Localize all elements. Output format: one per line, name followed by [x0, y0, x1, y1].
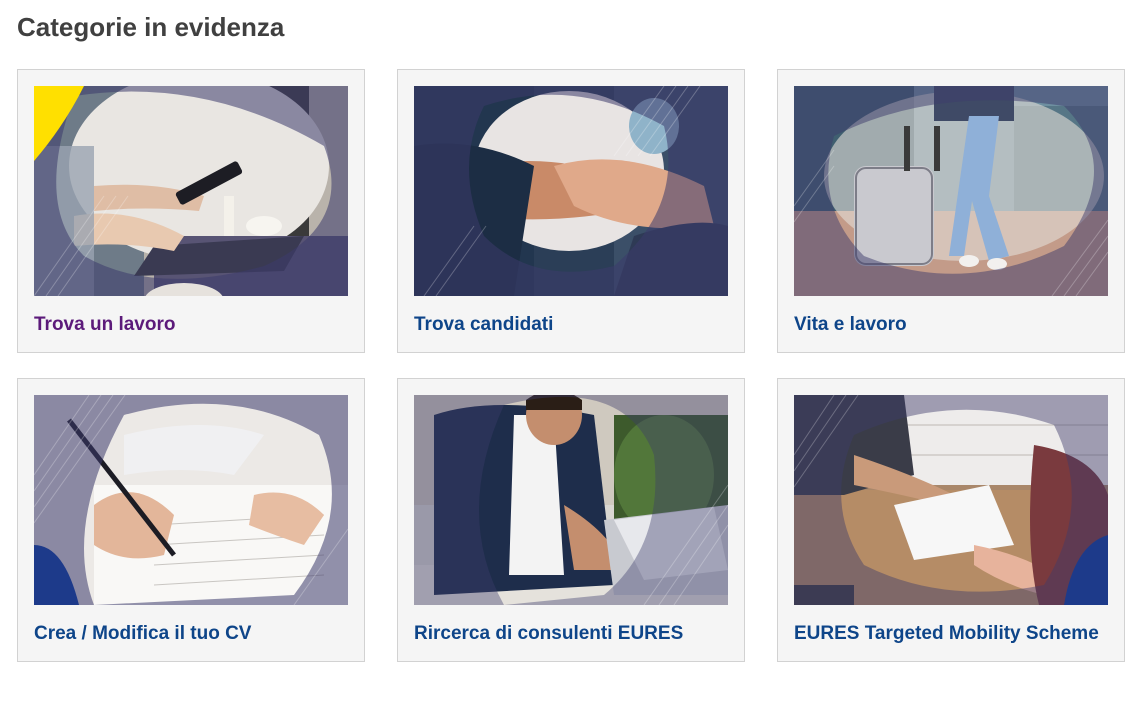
- category-card-living-working[interactable]: Vita e lavoro: [777, 69, 1125, 353]
- card-image: [34, 86, 348, 296]
- card-image: [34, 395, 348, 605]
- card-label: Trova candidati: [414, 314, 554, 335]
- card-image: [414, 86, 728, 296]
- card-label: Trova un lavoro: [34, 314, 176, 335]
- card-label: Vita e lavoro: [794, 314, 907, 335]
- category-card-find-candidates[interactable]: Trova candidati: [397, 69, 745, 353]
- category-card-eures-advisers[interactable]: Rircerca di consulenti EURES: [397, 378, 745, 662]
- category-card-targeted-mobility[interactable]: EURES Targeted Mobility Scheme: [777, 378, 1125, 662]
- card-image: [794, 395, 1108, 605]
- card-image: [414, 395, 728, 605]
- card-label: EURES Targeted Mobility Scheme: [794, 623, 1099, 644]
- section-title: Categorie in evidenza: [17, 12, 285, 42]
- category-card-find-job[interactable]: Trova un lavoro: [17, 69, 365, 353]
- card-label: Rircerca di consulenti EURES: [414, 623, 684, 644]
- featured-categories-grid: Trova un lavoro Trova candidati Vita e l…: [17, 69, 1125, 662]
- category-card-create-cv[interactable]: Crea / Modifica il tuo CV: [17, 378, 365, 662]
- card-image: [794, 86, 1108, 296]
- card-label: Crea / Modifica il tuo CV: [34, 623, 252, 644]
